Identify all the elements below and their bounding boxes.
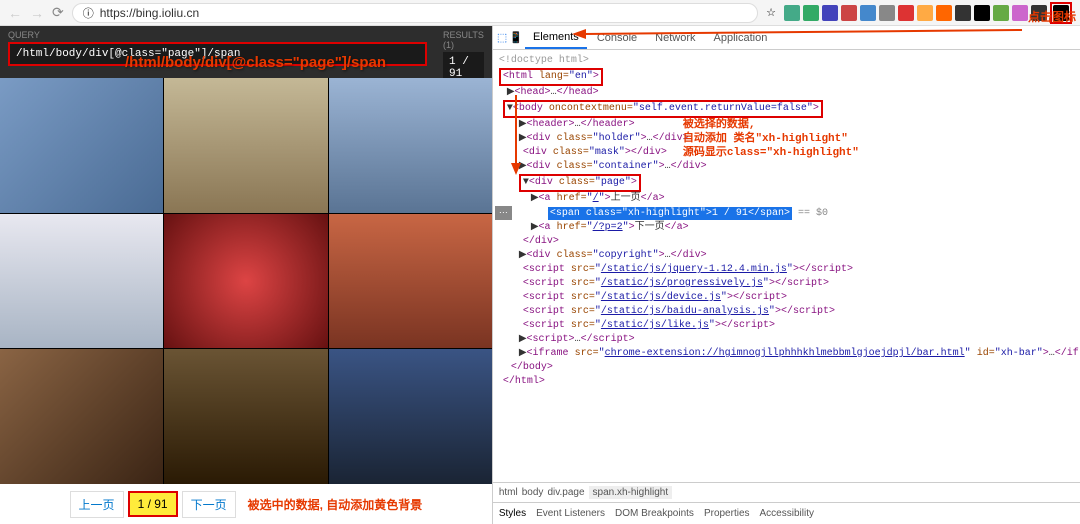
image-cell[interactable] bbox=[329, 349, 492, 484]
arrow-annotation bbox=[572, 28, 1022, 40]
info-icon: ⓘ bbox=[83, 5, 94, 21]
ext-icon[interactable] bbox=[955, 5, 971, 21]
dom-line: </body> bbox=[495, 361, 1080, 375]
dom-line: <script src="/static/js/device.js"></scr… bbox=[495, 291, 1080, 305]
dom-line: ▶<head>…</head> bbox=[495, 86, 1080, 100]
inspect-icon[interactable]: ⬚ bbox=[497, 31, 507, 44]
dom-line: ▶<div class="copyright">…</div> bbox=[495, 249, 1080, 263]
next-page-link[interactable]: 下一页 bbox=[182, 491, 236, 518]
device-icon[interactable]: 📱 bbox=[509, 31, 523, 44]
url-text: https://bing.ioliu.cn bbox=[100, 6, 199, 20]
ext-icon[interactable] bbox=[898, 5, 914, 21]
styles-tab[interactable]: Styles bbox=[499, 508, 526, 519]
ext-icon[interactable] bbox=[803, 5, 819, 21]
styles-tab[interactable]: Properties bbox=[704, 508, 750, 519]
forward-button[interactable]: → bbox=[30, 5, 44, 21]
reload-button[interactable]: ⟳ bbox=[52, 4, 64, 21]
image-cell[interactable] bbox=[329, 78, 492, 213]
dom-line: <script src="/static/js/progressively.js… bbox=[495, 277, 1080, 291]
image-cell[interactable] bbox=[164, 78, 327, 213]
ext-icon[interactable] bbox=[917, 5, 933, 21]
dom-line: ▼<body oncontextmenu="self.event.returnV… bbox=[495, 100, 1080, 118]
dom-breadcrumb[interactable]: html body div.page span.xh-highlight bbox=[493, 482, 1080, 502]
ext-icon[interactable] bbox=[841, 5, 857, 21]
elements-tree[interactable]: <!doctype html> <html lang="en"> ▶<head>… bbox=[493, 50, 1080, 482]
dom-line-highlighted: ⋯ <span class="xh-highlight">1 / 91</spa… bbox=[495, 206, 1080, 221]
ext-icon[interactable] bbox=[936, 5, 952, 21]
dom-line: ▶<div class="container">…</div> bbox=[495, 160, 1080, 174]
image-cell[interactable] bbox=[0, 78, 163, 213]
star-icon[interactable]: ☆ bbox=[766, 6, 776, 19]
crumb[interactable]: html bbox=[499, 487, 518, 498]
browser-toolbar: ← → ⟳ ⓘ https://bing.ioliu.cn ☆ bbox=[0, 0, 1080, 26]
dom-line: ▶<a href="/">上一页</a> bbox=[495, 192, 1080, 206]
dom-line: <script src="/static/js/baidu-analysis.j… bbox=[495, 305, 1080, 319]
dom-line: ▶<script>…</script> bbox=[495, 333, 1080, 347]
results-label: RESULTS (1) bbox=[443, 30, 484, 50]
arrow-annotation bbox=[509, 95, 523, 175]
crumb[interactable]: div.page bbox=[547, 487, 584, 498]
dom-line: <script src="/static/js/like.js"></scrip… bbox=[495, 319, 1080, 333]
image-cell[interactable] bbox=[0, 214, 163, 349]
dom-line: ▶<iframe src="chrome-extension://hgimnog… bbox=[495, 347, 1080, 361]
annotation-text: 点击图标 bbox=[1028, 8, 1076, 25]
dom-line: </div> bbox=[495, 235, 1080, 249]
ext-icon[interactable] bbox=[822, 5, 838, 21]
dom-line: ▶<a href="/?p=2">下一页</a> bbox=[495, 221, 1080, 235]
url-bar[interactable]: ⓘ https://bing.ioliu.cn bbox=[72, 3, 758, 23]
dom-line: <html lang="en"> bbox=[495, 68, 1080, 86]
image-cell[interactable] bbox=[329, 214, 492, 349]
image-grid bbox=[0, 78, 492, 484]
query-label: QUERY bbox=[8, 30, 427, 40]
current-page: 1 / 91 bbox=[128, 491, 178, 517]
dom-line: ▼<div class="page"> bbox=[495, 174, 1080, 192]
page-content: QUERY /html/body/div[@class="page"]/span… bbox=[0, 26, 492, 524]
crumb-selected[interactable]: span.xh-highlight bbox=[589, 486, 673, 499]
annotation-text: 被选中的数据, 自动添加黄色背景 bbox=[248, 496, 423, 513]
ext-icon[interactable] bbox=[974, 5, 990, 21]
image-cell[interactable] bbox=[164, 214, 327, 349]
styles-tab[interactable]: Accessibility bbox=[760, 508, 814, 519]
dom-line: <script src="/static/js/jquery-1.12.4.mi… bbox=[495, 263, 1080, 277]
back-button[interactable]: ← bbox=[8, 5, 22, 21]
styles-tab[interactable]: DOM Breakpoints bbox=[615, 508, 694, 519]
pagination: 上一页 1 / 91 下一页 被选中的数据, 自动添加黄色背景 bbox=[0, 484, 492, 524]
annotation-text: 被选择的数据, 自动添加 类名"xh-highlight" 源码显示class=… bbox=[683, 118, 859, 160]
dom-line: </html> bbox=[495, 375, 1080, 389]
ext-icon[interactable] bbox=[860, 5, 876, 21]
ext-icon[interactable] bbox=[1012, 5, 1028, 21]
image-cell[interactable] bbox=[164, 349, 327, 484]
styles-tabs: Styles Event Listeners DOM Breakpoints P… bbox=[493, 502, 1080, 524]
ext-icon[interactable] bbox=[993, 5, 1009, 21]
styles-tab[interactable]: Event Listeners bbox=[536, 508, 605, 519]
crumb[interactable]: body bbox=[522, 487, 544, 498]
xpath-overlay-text: /html/body/div[@class="page"]/span bbox=[125, 54, 386, 71]
dom-line: <!doctype html> bbox=[495, 54, 1080, 68]
image-cell[interactable] bbox=[0, 349, 163, 484]
devtools-panel: ⬚ 📱 Elements Console Network Application… bbox=[492, 26, 1080, 524]
prev-page-link[interactable]: 上一页 bbox=[70, 491, 124, 518]
ext-icon[interactable] bbox=[879, 5, 895, 21]
ext-icon[interactable] bbox=[784, 5, 800, 21]
